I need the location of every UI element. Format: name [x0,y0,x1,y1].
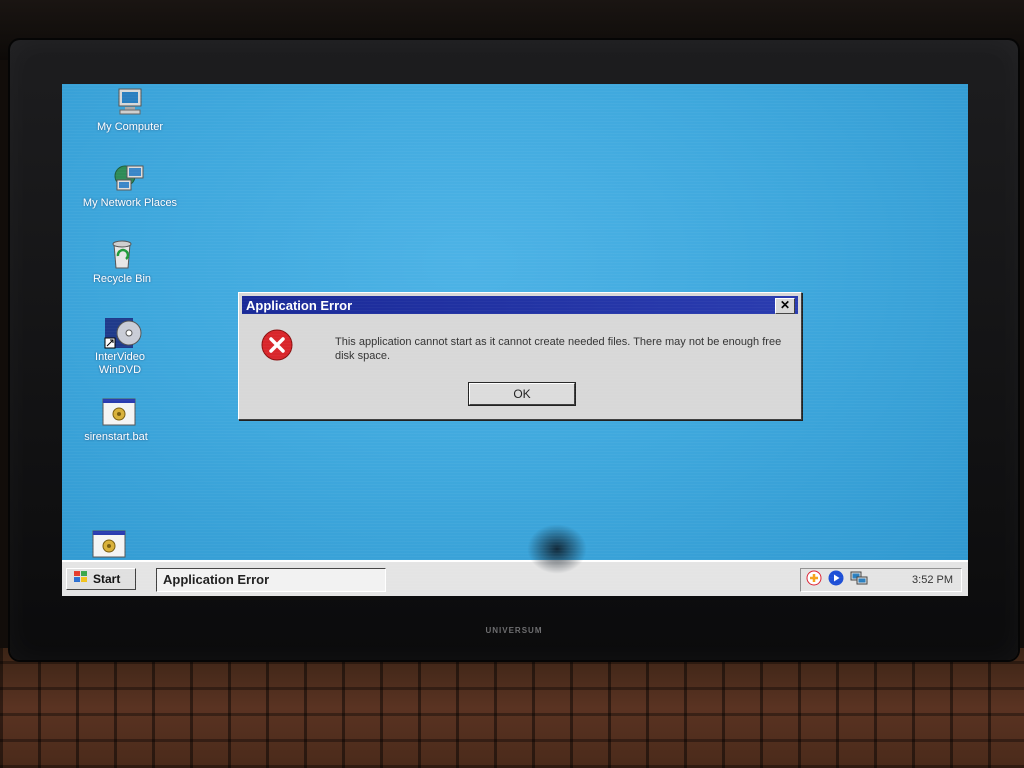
dialog-titlebar[interactable]: Application Error ✕ [242,296,798,314]
batch-file-icon [89,528,126,560]
desktop-icon-network-places[interactable]: My Network Places [80,162,180,210]
desktop-icon-sirenstart[interactable]: sirenstart.bat [66,396,166,444]
start-label: Start [93,572,121,586]
desktop-icon-recycle-bin[interactable]: Recycle Bin [72,238,172,286]
application-error-dialog: Application Error ✕ This application can… [238,292,802,420]
error-icon [261,329,293,361]
ok-button[interactable]: OK [468,382,576,406]
windvd-icon [103,316,142,349]
dialog-message: This application cannot start as it cann… [335,336,782,362]
brick-floor [0,648,1024,768]
desktop-screen: My Computer My Network Places Recycle Bi… [62,84,968,596]
desktop-icon-windvd[interactable]: InterVideo WinDVD [70,316,170,377]
batch-file-icon [99,396,136,428]
realplayer-icon[interactable] [805,569,823,592]
network-places-icon [113,162,147,194]
taskbar-item-application-error[interactable]: Application Error [156,568,386,592]
start-button[interactable]: Start [66,568,136,590]
monitor-brand: UNIVERSUM [485,626,543,635]
windows-logo-icon [73,570,89,589]
taskbar: Start Application Error 3:52 PM [62,560,968,596]
network-tray-icon[interactable] [849,569,869,592]
my-computer-icon [113,86,147,118]
dialog-title: Application Error [246,297,353,313]
system-tray: 3:52 PM [800,568,962,592]
desktop-icon-my-computer[interactable]: My Computer [80,86,180,134]
media-icon[interactable] [827,569,845,592]
desktop-icon-batch[interactable] [62,528,156,563]
close-button[interactable]: ✕ [775,298,795,314]
clock[interactable]: 3:52 PM [912,574,961,586]
recycle-bin-icon [105,238,139,270]
